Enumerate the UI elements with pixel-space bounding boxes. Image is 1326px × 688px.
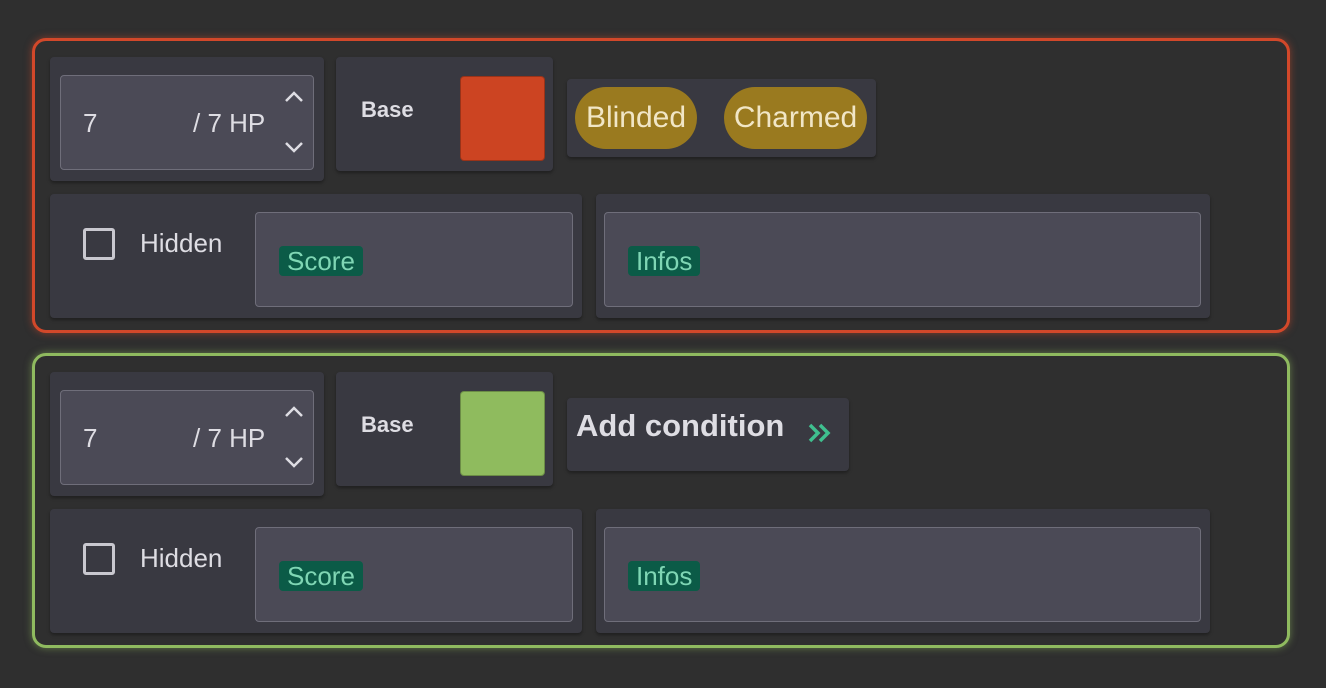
condition-chip-blinded[interactable]: Blinded: [575, 87, 697, 149]
condition-chip-charmed[interactable]: Charmed: [724, 87, 867, 149]
hp-increment-chevron-up-icon[interactable]: [281, 399, 307, 425]
hidden-label: Hidden: [140, 228, 223, 258]
conditions-panel: Blinded Charmed: [567, 79, 876, 157]
combatant-card: 7 / 7 HP Base Add condition Hidden Score: [32, 353, 1290, 648]
double-chevron-right-icon: [805, 418, 835, 448]
base-color-panel: Base: [336, 57, 553, 171]
hp-max-label: / 7 HP: [193, 108, 266, 138]
base-label: Base: [361, 412, 414, 437]
hp-input[interactable]: 7 / 7 HP: [60, 390, 314, 485]
score-field[interactable]: Score: [255, 527, 573, 622]
score-tag: Score: [279, 561, 363, 591]
base-color-swatch[interactable]: [460, 76, 545, 161]
base-color-swatch[interactable]: [460, 391, 545, 476]
hp-panel: 7 / 7 HP: [50, 57, 324, 181]
base-color-panel: Base: [336, 372, 553, 486]
infos-field[interactable]: Infos: [604, 527, 1201, 622]
hidden-score-panel: Hidden Score: [50, 509, 582, 633]
score-field[interactable]: Score: [255, 212, 573, 307]
score-tag: Score: [279, 246, 363, 276]
hp-current-value[interactable]: 7: [83, 423, 97, 454]
hp-input[interactable]: 7 / 7 HP: [60, 75, 314, 170]
infos-field[interactable]: Infos: [604, 212, 1201, 307]
add-condition-label: Add condition: [576, 408, 785, 443]
combatant-card: 7 / 7 HP Base Blinded Charmed Hidden Sco…: [32, 38, 1290, 333]
add-condition-button[interactable]: Add condition: [567, 398, 849, 471]
hp-decrement-chevron-down-icon[interactable]: [281, 134, 307, 160]
hp-increment-chevron-up-icon[interactable]: [281, 84, 307, 110]
hp-current-value[interactable]: 7: [83, 108, 97, 139]
hidden-label: Hidden: [140, 543, 223, 573]
base-label: Base: [361, 97, 414, 122]
hidden-checkbox[interactable]: [83, 228, 115, 260]
infos-tag: Infos: [628, 561, 701, 591]
hp-panel: 7 / 7 HP: [50, 372, 324, 496]
hidden-checkbox[interactable]: [83, 543, 115, 575]
infos-panel: Infos: [596, 194, 1210, 318]
hidden-score-panel: Hidden Score: [50, 194, 582, 318]
hp-max-label: / 7 HP: [193, 423, 266, 453]
infos-tag: Infos: [628, 246, 701, 276]
infos-panel: Infos: [596, 509, 1210, 633]
hp-decrement-chevron-down-icon[interactable]: [281, 449, 307, 475]
